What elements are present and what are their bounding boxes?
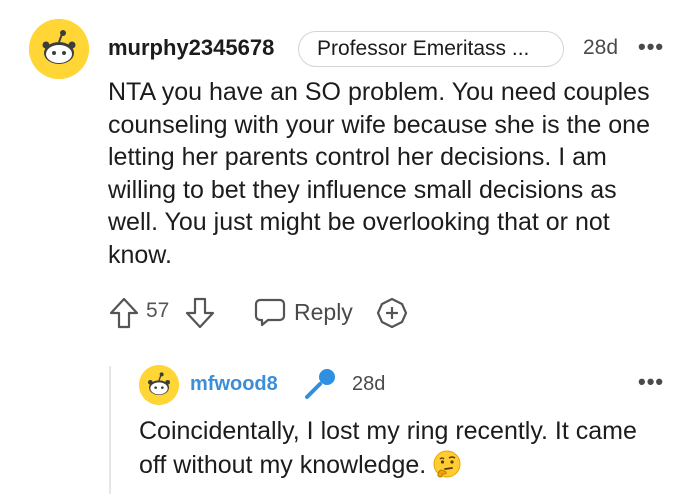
reply-timestamp: 28d bbox=[352, 373, 386, 395]
downvote-arrow-icon[interactable] bbox=[184, 296, 216, 330]
reply-body: Coincidentally, I lost my ring recently.… bbox=[139, 414, 659, 482]
reply-label: Reply bbox=[294, 298, 353, 325]
reply-username[interactable]: mfwood8 bbox=[190, 373, 278, 396]
vote-count: 57 bbox=[146, 299, 170, 322]
speech-bubble-icon bbox=[254, 298, 286, 327]
thread-line[interactable] bbox=[109, 366, 111, 494]
username[interactable]: murphy2345678 bbox=[108, 35, 274, 61]
comment-body: NTA you have an SO problem. You need cou… bbox=[108, 78, 650, 269]
reply-button[interactable]: Reply bbox=[254, 296, 353, 328]
award-plus-icon[interactable] bbox=[375, 296, 409, 330]
snoo-avatar-icon bbox=[139, 365, 179, 405]
reply-text: Coincidentally, I lost my ring recently.… bbox=[139, 417, 637, 479]
user-flair: Professor Emeritass ... bbox=[298, 31, 564, 67]
upvote-arrow-icon[interactable] bbox=[108, 296, 140, 330]
snoo-avatar-icon bbox=[29, 19, 89, 79]
comment-thread: murphy2345678 Professor Emeritass ... 28… bbox=[0, 0, 700, 494]
thinking-face-icon bbox=[433, 450, 461, 478]
timestamp: 28d bbox=[583, 36, 619, 59]
microphone-icon bbox=[305, 369, 335, 399]
reply-more-options-button[interactable]: ••• bbox=[638, 369, 664, 395]
reply-avatar[interactable] bbox=[139, 365, 179, 405]
avatar[interactable] bbox=[29, 19, 89, 79]
more-options-button[interactable]: ••• bbox=[638, 34, 664, 60]
